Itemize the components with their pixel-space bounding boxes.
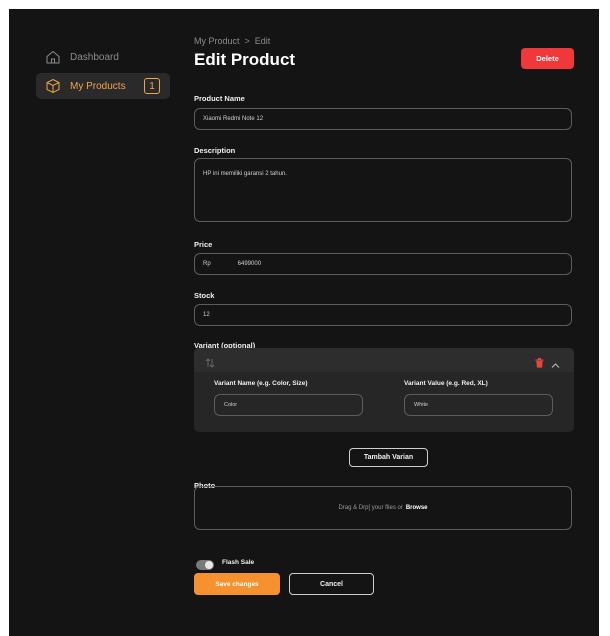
breadcrumb-parent[interactable]: My Product [194, 36, 240, 46]
stock-label: Stock [194, 291, 215, 300]
variant-name-input[interactable]: Color [214, 394, 363, 416]
breadcrumb-separator: > [244, 36, 250, 46]
dropzone-text: Drag & Drp[ your files or [338, 505, 403, 511]
sidebar-item-label: My Products [70, 80, 126, 92]
variant-value-input[interactable]: White [404, 394, 553, 416]
product-name-input[interactable]: Xiaomi Redmi Note 12 [194, 108, 572, 130]
variant-card-header [194, 348, 574, 372]
variant-name-label: Variant Name (e.g. Color, Size) [214, 380, 308, 387]
page-title: Edit Product [194, 50, 296, 69]
price-label: Price [194, 240, 213, 249]
drag-handle-icon[interactable] [205, 355, 215, 373]
flash-sale-label: Flash Sale [222, 559, 255, 566]
stock-value: 12 [203, 312, 210, 318]
box-icon [44, 77, 62, 95]
description-value: HP ini memiliki garansi 2 tahun. [203, 171, 287, 177]
count-badge: 1 [144, 78, 160, 94]
variant-value-label: Variant Value (e.g. Red, XL) [404, 380, 488, 387]
price-value: 6499000 [237, 261, 262, 267]
home-icon [44, 48, 62, 66]
toggle-knob [205, 561, 213, 569]
breadcrumb-current: Edit [254, 36, 271, 46]
currency-prefix: Rp [203, 261, 211, 267]
flash-sale-toggle[interactable] [196, 560, 214, 570]
sidebar-item-label: Dashboard [70, 51, 119, 63]
breadcrumb: My Product > Edit [194, 36, 270, 46]
trash-icon[interactable] [535, 355, 544, 373]
product-name-label: Product Name [194, 94, 245, 103]
description-label: Description [194, 146, 236, 155]
add-variant-button[interactable]: Tambah Varian [349, 448, 428, 467]
delete-button[interactable]: Delete [521, 48, 574, 69]
variant-name-value: Color [224, 402, 238, 408]
description-textarea[interactable]: HP ini memiliki garansi 2 tahun. [194, 158, 572, 222]
save-button[interactable]: Save changes [194, 573, 280, 595]
browse-link[interactable]: Browse [406, 505, 428, 511]
sidebar-item-dashboard[interactable]: Dashboard [36, 44, 170, 70]
stock-input[interactable]: 12 [194, 304, 572, 326]
chevron-up-icon[interactable] [551, 356, 560, 374]
sidebar-item-my-products[interactable]: My Products 1 [36, 73, 170, 99]
price-input[interactable]: Rp 6499000 [194, 253, 572, 275]
variant-value-value: White [414, 402, 429, 408]
variant-card: Variant Name (e.g. Color, Size) Color Va… [194, 348, 574, 432]
cancel-button[interactable]: Cancel [289, 573, 374, 595]
photo-dropzone[interactable]: Drag & Drp[ your files or Browse [194, 486, 572, 530]
product-name-value: Xiaomi Redmi Note 12 [203, 116, 264, 122]
